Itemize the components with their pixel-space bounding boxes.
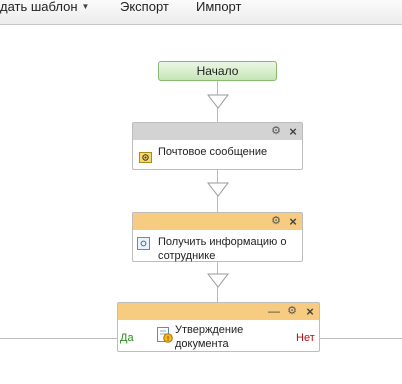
import-menu[interactable]: Импорт — [196, 0, 241, 14]
flow-arrow-icon — [206, 273, 230, 288]
document-approval-node[interactable]: — ⚙ × Да ! Утверждение документа Нет — [117, 302, 320, 352]
node-header: ⚙ × — [133, 213, 302, 230]
create-template-menu[interactable]: дать шаблон ▼ — [0, 0, 89, 14]
close-icon[interactable]: × — [304, 303, 316, 320]
branch-yes-label: Да — [120, 332, 134, 344]
close-icon[interactable]: × — [287, 213, 299, 230]
connector-line — [217, 81, 218, 95]
menu-bar: дать шаблон ▼ Экспорт Импорт — [0, 0, 402, 25]
gear-icon[interactable]: ⚙ — [270, 123, 282, 140]
connector-line — [217, 196, 218, 212]
node-label: Получить информацию о сотруднике — [158, 236, 287, 262]
node-label: Почтовое сообщение — [158, 146, 268, 158]
export-menu[interactable]: Экспорт — [120, 0, 169, 14]
close-icon[interactable]: × — [287, 123, 299, 140]
branch-no-label: Нет — [296, 332, 315, 344]
start-node[interactable]: Начало — [158, 61, 277, 81]
task-icon — [137, 237, 150, 250]
flow-arrow-icon — [206, 182, 230, 197]
email-node[interactable]: ⚙ × Почтовое сообщение — [132, 122, 303, 170]
flow-arrow-icon — [206, 94, 230, 109]
connector-line — [217, 170, 218, 183]
email-icon — [139, 152, 152, 163]
get-employee-info-node[interactable]: ⚙ × Получить информацию о сотруднике — [132, 212, 303, 262]
minimize-icon[interactable]: — — [268, 303, 280, 320]
create-template-label: дать шаблон — [0, 0, 78, 14]
branch-yes-line — [0, 338, 117, 339]
node-label: Утверждение документа — [175, 324, 244, 350]
connector-line — [217, 287, 218, 302]
gear-icon[interactable]: ⚙ — [286, 303, 298, 320]
connector-line — [217, 262, 218, 274]
approval-icon: ! — [157, 327, 173, 343]
svg-text:!: ! — [167, 335, 170, 343]
start-node-label: Начало — [196, 64, 239, 78]
node-header: — ⚙ × — [118, 303, 319, 320]
branch-no-line — [320, 338, 402, 339]
chevron-down-icon: ▼ — [81, 2, 90, 11]
gear-icon[interactable]: ⚙ — [270, 213, 282, 230]
connector-line — [217, 108, 218, 122]
node-header: ⚙ × — [133, 123, 302, 140]
